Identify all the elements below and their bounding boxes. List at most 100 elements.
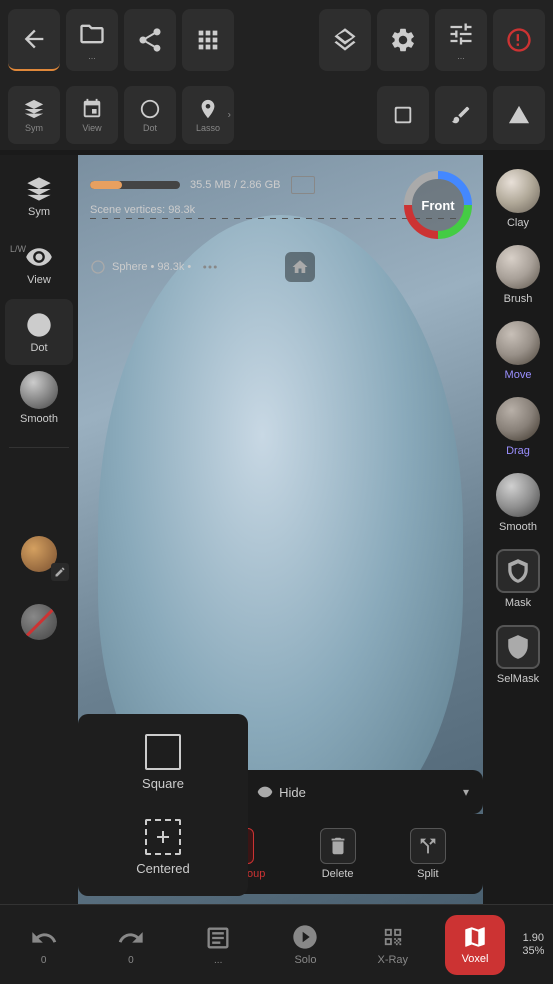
- hide-chevron-right[interactable]: ▾: [463, 785, 469, 799]
- move-icon: [496, 321, 540, 365]
- dot-label: Dot: [143, 123, 157, 133]
- drag-icon: [496, 397, 540, 441]
- dot-button[interactable]: Dot: [124, 86, 176, 144]
- bottom-nav: 0 0 ... Solo X-Ray Voxel 1.90 35%: [0, 904, 553, 984]
- lasso-button[interactable]: Lasso ›: [182, 86, 234, 144]
- lasso-label: Lasso: [196, 123, 220, 133]
- redo-button[interactable]: 0: [96, 924, 166, 966]
- delete-icon: [320, 828, 356, 864]
- back-button[interactable]: [8, 9, 60, 71]
- gizmo-svg: Front: [403, 170, 473, 240]
- sidebar-sym[interactable]: Sym: [5, 163, 73, 229]
- sidebar-alpha-red[interactable]: [5, 589, 73, 655]
- smooth-tool[interactable]: Smooth: [488, 467, 548, 539]
- move-label: Move: [505, 369, 532, 381]
- memory-fill: [90, 181, 122, 189]
- paint-tool-button[interactable]: [435, 86, 487, 144]
- grid-button[interactable]: [182, 9, 234, 71]
- scene-vertices: Scene vertices: 98.3k: [90, 204, 195, 216]
- hide-icon-svg: [257, 784, 273, 800]
- second-toolbar-right: [377, 86, 545, 144]
- sphere-label: Sphere • 98.3k •: [112, 261, 191, 273]
- pages-button[interactable]: ...: [183, 924, 253, 966]
- shape-picker-popup: Square Centered: [78, 714, 248, 896]
- mask-tool[interactable]: Mask: [488, 543, 548, 615]
- drag-tool[interactable]: Drag: [488, 391, 548, 463]
- expand-button[interactable]: [291, 176, 315, 194]
- sidebar-smooth-label: Smooth: [20, 413, 58, 425]
- square-shape-option[interactable]: Square: [88, 724, 238, 801]
- sidebar-smooth[interactable]: Smooth: [5, 365, 73, 431]
- center-cross-icon: [154, 828, 172, 846]
- delete-label: Delete: [322, 868, 354, 880]
- voxel-button[interactable]: Voxel: [445, 915, 505, 975]
- left-sidebar: Sym View Dot Show Smooth: [0, 155, 78, 904]
- xray-label: X-Ray: [377, 954, 408, 966]
- selmask-icon: [496, 625, 540, 669]
- sliders-label: ...: [457, 51, 465, 61]
- toolbar-left: ...: [8, 9, 234, 71]
- mask-icon: [496, 549, 540, 593]
- sidebar-sym-label: Sym: [28, 206, 50, 218]
- memory-bar: [90, 181, 180, 189]
- centered-shape-label: Centered: [136, 861, 189, 876]
- smooth-icon: [496, 473, 540, 517]
- xray-button[interactable]: X-Ray: [358, 923, 428, 966]
- view-label: View: [82, 123, 101, 133]
- solo-button[interactable]: Solo: [270, 923, 340, 966]
- slash-overlay: [22, 607, 55, 640]
- square-shape-label: Square: [142, 776, 184, 791]
- mask-label: Mask: [505, 597, 531, 609]
- brand-button[interactable]: [493, 9, 545, 71]
- move-tool[interactable]: Move: [488, 315, 548, 387]
- sidebar-dot[interactable]: Dot: [5, 299, 73, 365]
- lw-label: L/W: [10, 244, 26, 254]
- sym-button[interactable]: Sym: [8, 86, 60, 144]
- alpha-pen-button[interactable]: [51, 563, 69, 581]
- undo-count: 0: [41, 955, 47, 966]
- second-toolbar: L/W Sym View Dot Lasso ›: [0, 80, 553, 150]
- sym-label: Sym: [25, 123, 43, 133]
- brush-icon: [496, 245, 540, 289]
- layers-button[interactable]: [319, 9, 371, 71]
- share-button[interactable]: [124, 9, 176, 71]
- second-toolbar-left: L/W Sym View Dot Lasso ›: [8, 86, 234, 144]
- svg-text:Front: Front: [421, 198, 455, 213]
- sidebar-alpha[interactable]: [5, 521, 73, 587]
- square-shape-icon: [145, 734, 181, 770]
- voxel-label: Voxel: [462, 953, 489, 965]
- alpha-red-icon: [21, 604, 57, 640]
- pages-label: ...: [214, 955, 222, 966]
- zoom-indicator: 1.90 35%: [522, 932, 544, 957]
- orientation-gizmo[interactable]: Front: [403, 170, 473, 240]
- selmask-tool[interactable]: SelMask: [488, 619, 548, 691]
- sidebar-view-label: View: [27, 274, 51, 286]
- view-button[interactable]: View: [66, 86, 118, 144]
- dots-icon: [201, 258, 219, 276]
- hide-label: Hide: [279, 785, 306, 800]
- drag-label: Drag: [506, 445, 530, 457]
- brush-tool[interactable]: Brush: [488, 239, 548, 311]
- redo-count: 0: [128, 955, 134, 966]
- centered-shape-option[interactable]: Centered: [88, 809, 238, 886]
- triangle-tool-button[interactable]: [493, 86, 545, 144]
- split-label: Split: [417, 868, 438, 880]
- files-label: ...: [88, 51, 96, 61]
- clay-tool[interactable]: Clay: [488, 163, 548, 235]
- sidebar-dot-label: Dot: [30, 342, 47, 354]
- sphere-ico: [90, 259, 106, 275]
- home-button[interactable]: [285, 252, 315, 282]
- split-button[interactable]: Split: [410, 828, 446, 880]
- settings-button[interactable]: [377, 9, 429, 71]
- toolbar-right: ...: [319, 9, 545, 71]
- sliders-button[interactable]: ...: [435, 9, 487, 71]
- sidebar-view[interactable]: View: [5, 231, 73, 297]
- select-tool-button[interactable]: [377, 86, 429, 144]
- top-toolbar: ... ...: [0, 0, 553, 80]
- delete-button[interactable]: Delete: [320, 828, 356, 880]
- smooth-label: Smooth: [499, 521, 537, 533]
- zoom-percent: 35%: [522, 945, 544, 957]
- undo-button[interactable]: 0: [9, 924, 79, 966]
- files-button[interactable]: ...: [66, 9, 118, 71]
- centered-shape-icon: [145, 819, 181, 855]
